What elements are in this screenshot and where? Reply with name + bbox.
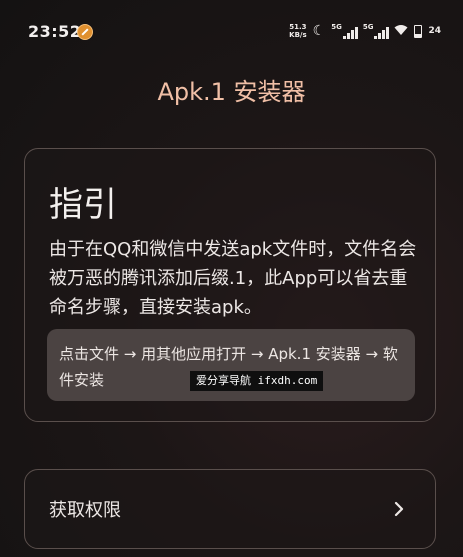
- permission-label: 获取权限: [49, 500, 121, 521]
- sim2-label: 5G: [362, 23, 374, 31]
- status-bar: 23:52 51.3 KB/s ☾ 5G 5G 24: [0, 0, 463, 60]
- sim2-signal: 5G: [362, 23, 390, 39]
- net-speed-unit: KB/s: [289, 31, 307, 39]
- status-icons: 51.3 KB/s ☾ 5G 5G 24: [289, 20, 441, 42]
- battery-icon: [414, 24, 423, 38]
- app-notification-icon: [77, 24, 93, 40]
- status-time: 23:52: [28, 22, 82, 41]
- moon-icon: ☾: [312, 23, 326, 39]
- wifi-icon: [394, 24, 408, 39]
- net-speed-value: 51.3: [289, 23, 307, 31]
- net-speed: 51.3 KB/s: [289, 23, 306, 39]
- guide-heading: 指引: [49, 185, 117, 225]
- signal-icon: [374, 27, 390, 39]
- get-permission-button[interactable]: 获取权限: [24, 469, 436, 549]
- battery-fill: [415, 33, 422, 37]
- guide-body: 由于在QQ和微信中发送apk文件时，文件名会被万恶的腾讯添加后缀.1，此App可…: [49, 239, 417, 318]
- app-title: Apk.1 安装器: [157, 78, 306, 106]
- sim1-signal: 5G: [331, 23, 358, 39]
- signal-icon: [342, 27, 358, 39]
- sim1-label: 5G: [331, 23, 342, 31]
- battery-level: 24: [428, 26, 441, 36]
- chevron-right-icon: [394, 501, 404, 517]
- watermark: 爱分享导航 ifxdh.com: [190, 371, 324, 391]
